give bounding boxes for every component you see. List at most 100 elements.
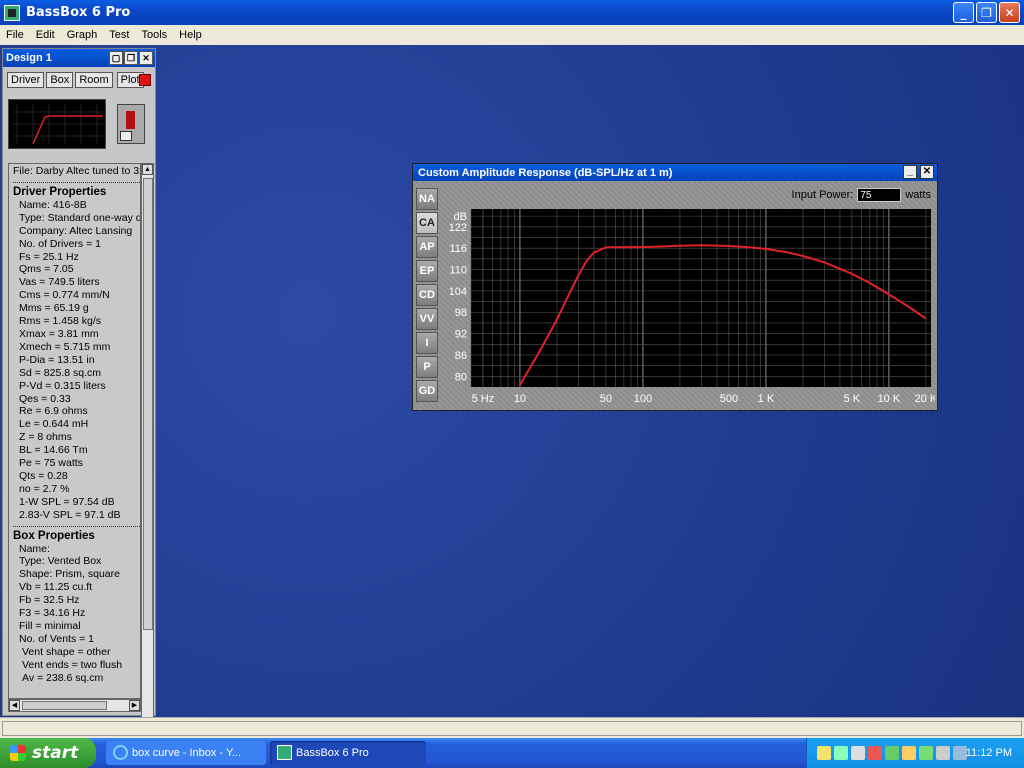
- tab-box[interactable]: Box: [46, 72, 74, 88]
- property-item: Name: 416-8B: [19, 198, 87, 211]
- start-label: start: [32, 743, 79, 763]
- security-icon[interactable]: [936, 746, 950, 760]
- graph-button-i[interactable]: I: [416, 332, 438, 354]
- volume-icon[interactable]: [851, 746, 865, 760]
- property-item: Fs = 25.1 Hz: [19, 250, 79, 263]
- system-tray: 11:12 PM: [806, 738, 1024, 768]
- menu-bar: File Edit Graph Test Tools Help: [0, 25, 1024, 45]
- vertical-scrollbar[interactable]: ▲ ▼: [141, 163, 154, 747]
- plot-color-swatch[interactable]: [139, 74, 151, 86]
- box-properties-header: Box Properties: [13, 529, 95, 542]
- speaker-icon[interactable]: [117, 104, 145, 144]
- graph-button-cd[interactable]: CD: [416, 284, 438, 306]
- graph-button-ep[interactable]: EP: [416, 260, 438, 282]
- shield-icon[interactable]: [834, 746, 848, 760]
- x-tick-label: 500: [720, 393, 738, 405]
- graph-button-vv[interactable]: VV: [416, 308, 438, 330]
- graph-close-button[interactable]: ✕: [920, 165, 934, 179]
- driver-properties-header: Driver Properties: [13, 185, 107, 198]
- x-tick-label: 5 K: [844, 393, 861, 405]
- scroll-right-icon[interactable]: ▶: [129, 700, 140, 711]
- menu-tools[interactable]: Tools: [135, 29, 173, 41]
- close-button[interactable]: ✕: [999, 2, 1020, 23]
- scroll-up-icon[interactable]: ▲: [142, 164, 153, 175]
- plot-area: [471, 209, 931, 387]
- tab-driver[interactable]: Driver: [7, 72, 45, 88]
- y-tick-label: 116: [449, 243, 467, 255]
- property-item: No. of Drivers = 1: [19, 237, 101, 250]
- download-icon[interactable]: [885, 746, 899, 760]
- menu-help[interactable]: Help: [173, 29, 208, 41]
- graph-title-bar: Custom Amplitude Response (dB-SPL/Hz at …: [413, 164, 937, 181]
- graph-title: Custom Amplitude Response (dB-SPL/Hz at …: [418, 166, 673, 179]
- app-icon: [277, 745, 292, 760]
- y-tick-label: 104: [449, 286, 467, 298]
- property-item: Cms = 0.774 mm/N: [19, 289, 110, 302]
- alert-icon[interactable]: [868, 746, 882, 760]
- start-button[interactable]: start: [0, 738, 96, 768]
- file-line: File: Darby Altec tuned to 32.5: [13, 165, 141, 177]
- y-tick-label: 110: [449, 265, 467, 277]
- status-bar: [0, 717, 1024, 738]
- menu-test[interactable]: Test: [103, 29, 135, 41]
- menu-graph[interactable]: Graph: [61, 29, 104, 41]
- clock: 11:12 PM: [965, 747, 1012, 759]
- taskbar-item-email[interactable]: box curve - Inbox - Y...: [106, 741, 266, 765]
- tab-room[interactable]: Room: [75, 72, 113, 88]
- y-tick-label: 98: [455, 307, 467, 319]
- property-item: Av = 238.6 sq.cm: [22, 671, 104, 684]
- network-icon[interactable]: [902, 746, 916, 760]
- separator: [13, 525, 140, 527]
- graph-minimize-button[interactable]: _: [903, 165, 917, 179]
- x-tick-label: 1 K: [758, 393, 775, 405]
- property-item: no = 2.7 %: [19, 482, 70, 495]
- y-axis-label: dB: [454, 211, 467, 223]
- x-tick-label: 5 Hz: [472, 393, 495, 405]
- hscroll-thumb[interactable]: [22, 701, 107, 710]
- browser-icon: [113, 745, 128, 760]
- property-item: Fb = 32.5 Hz: [19, 594, 80, 607]
- property-item: Qts = 0.28: [19, 469, 68, 482]
- graph-button-na[interactable]: NA: [416, 188, 438, 210]
- design-maximize-button[interactable]: ❐: [124, 51, 138, 65]
- taskbar-item-bassbox[interactable]: BassBox 6 Pro: [270, 741, 426, 765]
- taskbar: start box curve - Inbox - Y... BassBox 6…: [0, 738, 1024, 768]
- property-item: Qms = 7.05: [19, 263, 74, 276]
- response-thumbnail[interactable]: [8, 99, 106, 149]
- thumbnail-curve: [32, 115, 103, 145]
- graph-button-ap[interactable]: AP: [416, 236, 438, 258]
- property-item: 1-W SPL = 97.54 dB: [19, 495, 115, 508]
- design-panel: Design 1 ▢ ❐ ✕ Driver Box Room Plot File…: [2, 48, 156, 747]
- maximize-button[interactable]: ❐: [976, 2, 997, 23]
- property-item: P-Vd = 0.315 liters: [19, 379, 106, 392]
- scroll-thumb[interactable]: [143, 178, 153, 630]
- menu-edit[interactable]: Edit: [30, 29, 61, 41]
- graph-button-gd[interactable]: GD: [416, 380, 438, 402]
- property-item: Z = 8 ohms: [19, 431, 72, 444]
- minimize-button[interactable]: _: [953, 2, 974, 23]
- property-item: Fill = minimal: [19, 620, 81, 632]
- design-restore-button[interactable]: ▢: [109, 51, 123, 65]
- property-item: 2.83-V SPL = 97.1 dB: [19, 508, 121, 521]
- property-item: Vb = 11.25 cu.ft: [19, 581, 93, 594]
- y-tick-label: 80: [455, 371, 467, 383]
- graph-button-ca[interactable]: CA: [416, 212, 438, 234]
- taskbar-item-label: box curve - Inbox - Y...: [132, 747, 242, 759]
- design-close-button[interactable]: ✕: [139, 51, 153, 65]
- property-item: Vas = 749.5 liters: [19, 276, 100, 289]
- input-power-field[interactable]: [857, 188, 902, 202]
- menu-file[interactable]: File: [0, 29, 30, 41]
- property-item: Rms = 1.458 kg/s: [19, 315, 101, 328]
- property-item: Type: Standard one-way d: [19, 211, 141, 224]
- sync-icon[interactable]: [919, 746, 933, 760]
- thumbnail-graph: [13, 104, 103, 145]
- property-item: Re = 6.9 ohms: [19, 405, 88, 418]
- input-power-label: Input Power:: [791, 189, 854, 201]
- x-tick-label: 20 K: [915, 393, 935, 405]
- property-item: Sd = 825.8 sq.cm: [19, 366, 102, 379]
- horizontal-scrollbar[interactable]: ◀ ▶: [8, 699, 141, 712]
- camera-icon[interactable]: [817, 746, 831, 760]
- graph-button-p[interactable]: P: [416, 356, 438, 378]
- scroll-left-icon[interactable]: ◀: [9, 700, 20, 711]
- status-field: [2, 721, 1022, 736]
